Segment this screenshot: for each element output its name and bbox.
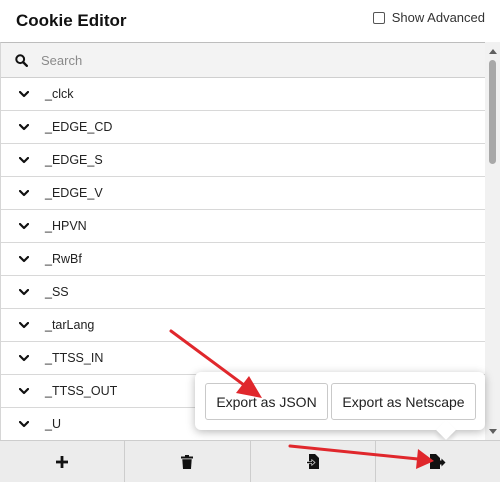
header: Cookie Editor Show Advanced bbox=[0, 0, 500, 42]
cookie-row[interactable]: _TTSS_IN bbox=[1, 342, 485, 375]
delete-all-button[interactable] bbox=[125, 441, 251, 482]
scroll-down-arrow-icon[interactable] bbox=[485, 424, 500, 438]
chevron-down-icon[interactable] bbox=[1, 123, 45, 131]
search-bar bbox=[1, 43, 485, 78]
page-title: Cookie Editor bbox=[16, 11, 127, 30]
scrollbar[interactable] bbox=[485, 42, 500, 440]
cookie-row[interactable]: _EDGE_CD bbox=[1, 111, 485, 144]
cookie-row[interactable]: _EDGE_V bbox=[1, 177, 485, 210]
scrollbar-thumb[interactable] bbox=[489, 60, 496, 164]
export-button[interactable] bbox=[376, 441, 500, 482]
cookie-row[interactable]: _HPVN bbox=[1, 210, 485, 243]
scroll-up-arrow-icon[interactable] bbox=[485, 44, 500, 58]
chevron-down-icon[interactable] bbox=[1, 354, 45, 362]
cookie-row[interactable]: _clck bbox=[1, 78, 485, 111]
cookie-name: _U bbox=[45, 417, 61, 431]
cookie-row[interactable]: _RwBf bbox=[1, 243, 485, 276]
chevron-down-icon[interactable] bbox=[1, 156, 45, 164]
cookie-name: _tarLang bbox=[45, 318, 95, 332]
chevron-down-icon[interactable] bbox=[1, 90, 45, 98]
trash-icon bbox=[181, 454, 194, 469]
search-input[interactable] bbox=[41, 52, 441, 68]
footer-toolbar bbox=[0, 440, 500, 482]
chevron-down-icon[interactable] bbox=[1, 222, 45, 230]
export-netscape-button[interactable]: Export as Netscape bbox=[331, 383, 476, 420]
show-advanced-label: Show Advanced bbox=[391, 10, 485, 25]
cookie-name: _EDGE_V bbox=[45, 186, 103, 200]
cookie-name: _TTSS_IN bbox=[45, 351, 104, 365]
cookie-name: _clck bbox=[45, 87, 74, 101]
add-cookie-button[interactable] bbox=[0, 441, 126, 482]
cookie-name: _HPVN bbox=[45, 219, 87, 233]
cookie-name: _EDGE_CD bbox=[45, 120, 113, 134]
export-icon bbox=[429, 454, 446, 469]
cookie-name: _TTSS_OUT bbox=[45, 384, 118, 398]
export-json-button[interactable]: Export as JSON bbox=[205, 383, 328, 420]
show-advanced-toggle[interactable]: Show Advanced bbox=[372, 10, 485, 25]
cookie-name: _RwBf bbox=[45, 252, 82, 266]
show-advanced-checkbox[interactable] bbox=[372, 11, 385, 24]
chevron-down-icon[interactable] bbox=[1, 420, 45, 428]
export-popup: Export as JSON Export as Netscape bbox=[195, 372, 485, 440]
cookie-name: _SS bbox=[45, 285, 69, 299]
chevron-down-icon[interactable] bbox=[1, 321, 45, 329]
cookie-row[interactable]: _SS bbox=[1, 276, 485, 309]
cookie-name: _EDGE_S bbox=[45, 153, 103, 167]
import-button[interactable] bbox=[251, 441, 376, 482]
cookie-row[interactable]: _tarLang bbox=[1, 309, 485, 342]
chevron-down-icon[interactable] bbox=[1, 387, 45, 395]
plus-icon bbox=[56, 455, 69, 468]
chevron-down-icon[interactable] bbox=[1, 288, 45, 296]
search-icon bbox=[1, 53, 41, 67]
chevron-down-icon[interactable] bbox=[1, 189, 45, 197]
chevron-down-icon[interactable] bbox=[1, 255, 45, 263]
cookie-row[interactable]: _EDGE_S bbox=[1, 144, 485, 177]
import-icon bbox=[305, 454, 319, 469]
